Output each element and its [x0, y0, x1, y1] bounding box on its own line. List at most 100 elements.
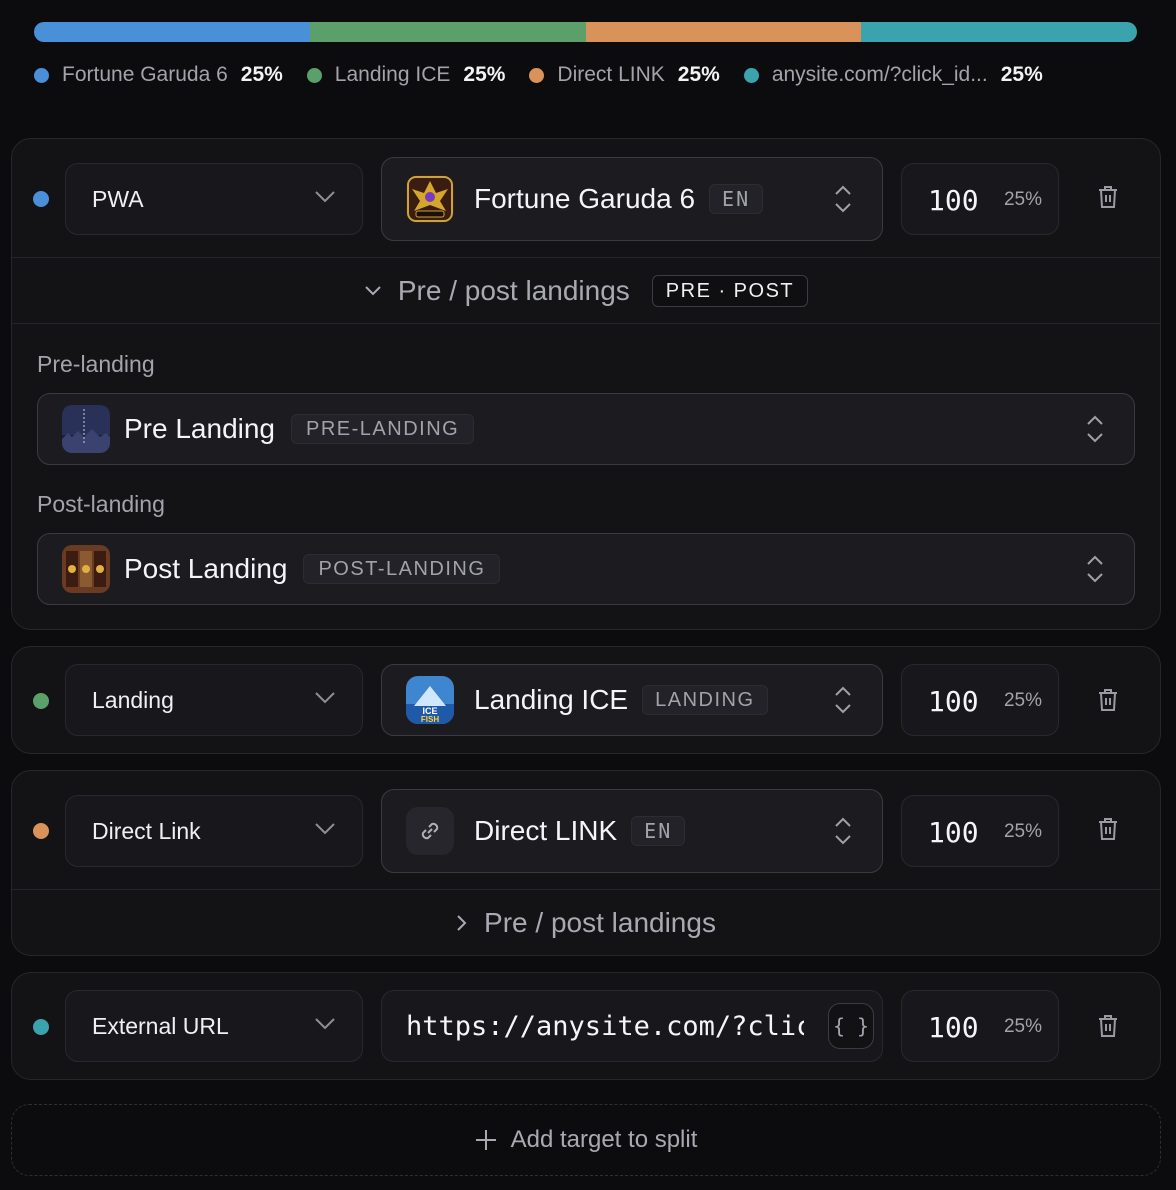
target-card-pwa: PWA Fortune Garuda 6 EN 100 25% Pre / po… [11, 138, 1161, 630]
legend-name: Direct LINK [557, 63, 665, 86]
chevron-down-icon [314, 822, 336, 836]
target-type-select[interactable]: External URL [65, 990, 363, 1062]
legend-name: Fortune Garuda 6 [62, 63, 228, 86]
target-card-external-url: External URL https://anysite.com/?click_… [11, 972, 1161, 1080]
target-name: Fortune Garuda 6 [474, 183, 696, 214]
pre-post-expander[interactable]: Pre / post landings [12, 901, 1160, 945]
target-type-label: Direct Link [92, 817, 201, 844]
link-icon [406, 807, 454, 855]
chevron-down-icon [314, 190, 336, 204]
split-segment [585, 22, 862, 42]
target-type-label: Landing [92, 686, 174, 713]
url-value: https://anysite.com/?click_id= [406, 1011, 804, 1042]
pre-landing-name: Pre Landing [124, 413, 276, 444]
pre-landing-label: Pre-landing [37, 351, 155, 377]
target-picker[interactable]: ICE FISH Landing ICE LANDING [381, 664, 883, 736]
weight-percent: 25% [1003, 690, 1042, 711]
pre-landing-thumbnail [62, 405, 110, 453]
divider [12, 323, 1160, 324]
divider [12, 889, 1160, 890]
garuda-game-icon [406, 175, 454, 223]
weight-input[interactable]: 100 25% [901, 990, 1059, 1062]
legend-dot [529, 67, 545, 83]
add-target-button[interactable]: Add target to split [11, 1104, 1161, 1176]
legend-dot [306, 67, 322, 83]
weight-value: 100 [928, 816, 979, 849]
status-dot [33, 191, 49, 207]
expander-label: Pre / post landings [397, 275, 630, 306]
weight-value: 100 [928, 685, 979, 718]
chevron-up-down-icon [834, 816, 852, 846]
split-legend: Fortune Garuda 6 25% Landing ICE 25% Dir… [34, 58, 1067, 92]
legend-pct: 25% [1000, 63, 1043, 86]
post-landing-select[interactable]: Post Landing POST-LANDING [37, 533, 1135, 605]
post-landing-tag: POST-LANDING [303, 554, 501, 584]
target-type-select[interactable]: PWA [65, 163, 363, 235]
legend-name: anysite.com/?click_id... [771, 63, 988, 86]
ice-fish-game-icon: ICE FISH [406, 676, 454, 724]
target-name: Landing ICE [474, 684, 629, 715]
macro-braces-button[interactable]: { } [828, 1003, 874, 1049]
pre-post-expander[interactable]: Pre / post landings PRE · POST [12, 269, 1160, 313]
chevron-up-down-icon [1086, 414, 1104, 444]
split-segment [34, 22, 310, 42]
weight-input[interactable]: 100 25% [901, 795, 1059, 867]
target-type-select[interactable]: Landing [65, 664, 363, 736]
legend-dot [34, 67, 49, 83]
chevron-up-down-icon [834, 184, 852, 214]
pre-landing-tag: PRE-LANDING [291, 414, 475, 444]
target-picker[interactable]: Fortune Garuda 6 EN [381, 157, 883, 241]
legend-name: Landing ICE [334, 63, 451, 86]
weight-percent: 25% [1003, 821, 1042, 842]
post-landing-thumbnail [62, 545, 110, 593]
legend-item: Landing ICE 25% [306, 63, 506, 87]
language-tag: EN [709, 184, 764, 214]
trash-icon[interactable] [1097, 688, 1119, 712]
weight-input[interactable]: 100 25% [901, 664, 1059, 736]
status-dot [33, 693, 49, 709]
weight-value: 100 [928, 1011, 979, 1044]
pre-landing-select[interactable]: Pre Landing PRE-LANDING [37, 393, 1135, 465]
chevron-down-icon [314, 691, 336, 705]
chevron-down-icon [364, 285, 382, 297]
chevron-up-down-icon [834, 685, 852, 715]
language-tag: EN [631, 816, 686, 846]
target-type-label: External URL [92, 1012, 229, 1039]
target-kind-tag: LANDING [642, 685, 768, 715]
plus-icon [475, 1129, 497, 1151]
chevron-down-icon [314, 1017, 336, 1031]
target-card-landing: Landing ICE FISH Landing ICE LANDING 100… [11, 646, 1161, 754]
trash-icon[interactable] [1097, 817, 1119, 841]
legend-pct: 25% [677, 63, 720, 86]
split-distribution-bar [34, 22, 1137, 42]
weight-percent: 25% [1003, 1016, 1042, 1037]
target-type-label: PWA [92, 185, 144, 212]
legend-pct: 25% [463, 63, 506, 86]
split-segment [861, 22, 1137, 42]
expander-label: Pre / post landings [484, 907, 716, 938]
target-type-select[interactable]: Direct Link [65, 795, 363, 867]
legend-item: Fortune Garuda 6 25% [34, 63, 283, 87]
chevron-right-icon [456, 914, 468, 932]
add-target-label: Add target to split [510, 1126, 698, 1153]
status-dot [33, 1019, 49, 1035]
trash-icon[interactable] [1097, 185, 1119, 209]
target-name: Direct LINK [474, 815, 618, 846]
post-landing-name: Post Landing [124, 553, 288, 584]
weight-percent: 25% [1003, 189, 1042, 210]
status-dot [33, 823, 49, 839]
split-segment [309, 22, 586, 42]
legend-item: anysite.com/?click_id... 25% [743, 63, 1043, 87]
legend-item: Direct LINK 25% [529, 63, 720, 87]
svg-text:FISH: FISH [421, 715, 439, 724]
pre-post-badge: PRE · POST [651, 275, 809, 307]
legend-dot [743, 67, 759, 83]
target-card-direct-link: Direct Link Direct LINK EN 100 25% Pre /… [11, 770, 1161, 956]
target-picker[interactable]: Direct LINK EN [381, 789, 883, 873]
divider [12, 257, 1160, 258]
trash-icon[interactable] [1097, 1014, 1119, 1038]
external-url-input[interactable]: https://anysite.com/?click_id= { } [381, 990, 883, 1062]
legend-pct: 25% [240, 63, 283, 86]
weight-input[interactable]: 100 25% [901, 163, 1059, 235]
post-landing-label: Post-landing [37, 491, 165, 517]
